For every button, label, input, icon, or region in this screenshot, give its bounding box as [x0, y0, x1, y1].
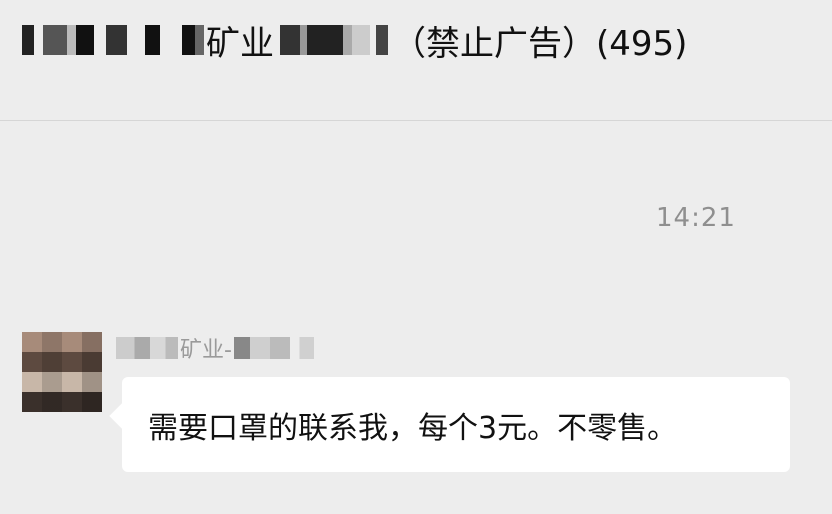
title-text: 矿业 — [206, 23, 274, 64]
title-suffix: （禁止广告）(495) — [392, 23, 688, 64]
group-title: 矿业 （禁止广告）(495) — [22, 12, 687, 68]
sender-avatar[interactable] — [22, 332, 102, 412]
message-timestamp: 14:21 — [656, 203, 736, 233]
chat-header: 矿业 （禁止广告）(495) — [0, 0, 832, 121]
redacted-text — [280, 25, 370, 55]
sender-name-text: 矿业- — [180, 338, 232, 363]
redacted-text — [22, 25, 172, 55]
message-text: 需要口罩的联系我，每个3元。不零售。 — [148, 410, 678, 446]
message-bubble[interactable]: 需要口罩的联系我，每个3元。不零售。 — [122, 377, 790, 472]
redacted-text — [182, 25, 204, 55]
redacted-text — [116, 337, 178, 359]
sender-name: 矿业- — [116, 333, 314, 363]
redacted-text — [233, 337, 314, 359]
redacted-text — [376, 25, 388, 55]
